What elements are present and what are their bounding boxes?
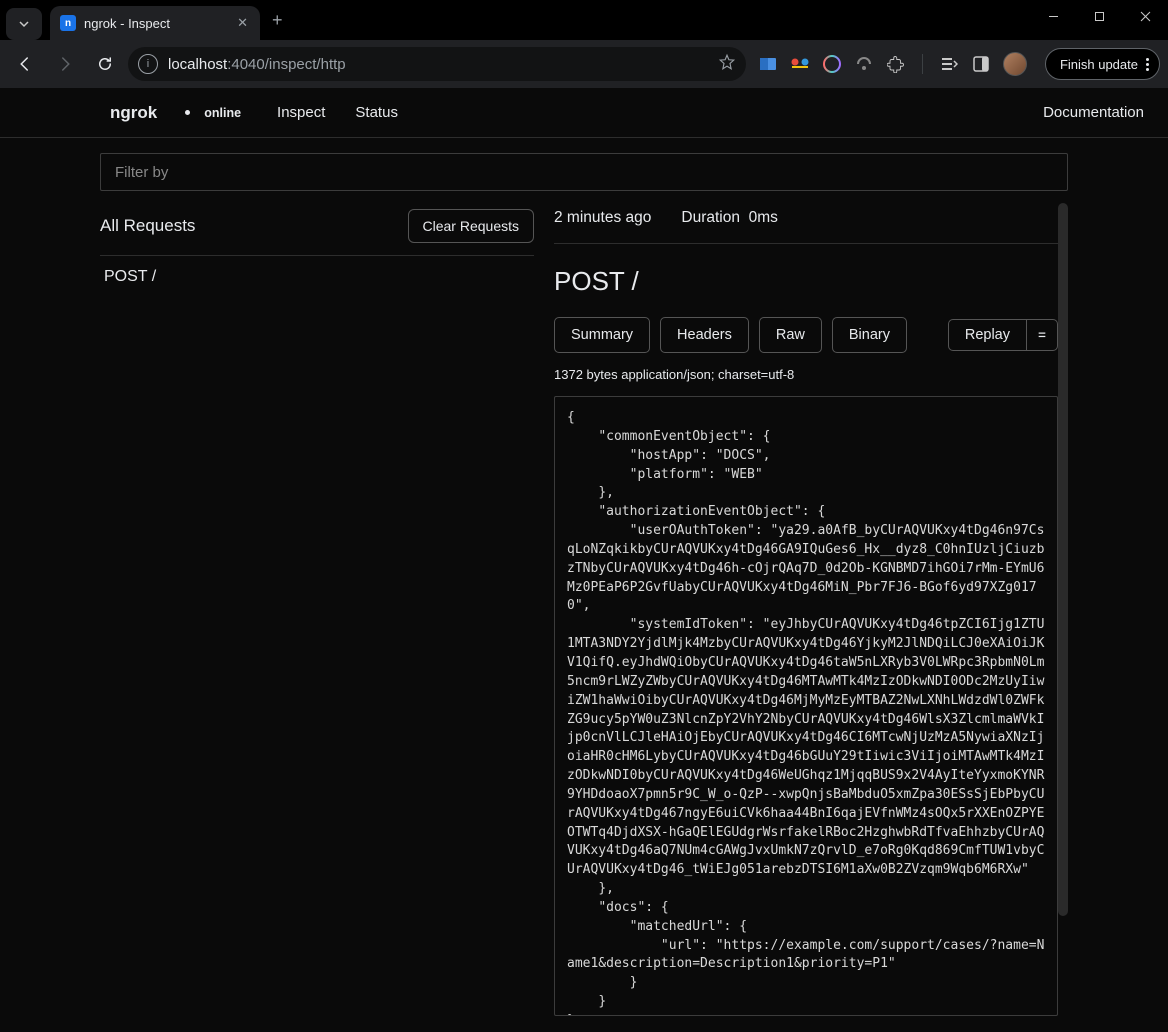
duration-value: 0ms [749, 209, 778, 226]
close-tab-icon[interactable]: ✕ [235, 13, 250, 33]
window-minimize-button[interactable] [1030, 0, 1076, 32]
nav-documentation[interactable]: Documentation [1043, 104, 1144, 121]
tab-binary[interactable]: Binary [832, 317, 907, 353]
tab-summary[interactable]: Summary [554, 317, 650, 353]
duration-label: Duration [681, 209, 740, 226]
status-dot-icon [185, 110, 190, 115]
ngrok-logo[interactable]: ngrok [110, 103, 157, 123]
request-age: 2 minutes ago [554, 209, 651, 227]
bookmark-star-icon[interactable] [718, 53, 736, 76]
tab-title: ngrok - Inspect [84, 16, 227, 31]
nav-status[interactable]: Status [355, 104, 398, 121]
clear-requests-button[interactable]: Clear Requests [408, 209, 535, 243]
profile-avatar[interactable] [1003, 52, 1027, 76]
request-path: / [152, 268, 156, 285]
back-button[interactable] [8, 47, 42, 81]
filter-input[interactable] [100, 153, 1068, 191]
extension-icon-1[interactable] [758, 54, 778, 74]
forward-button[interactable] [48, 47, 82, 81]
status-text: online [204, 106, 241, 120]
caret-down-icon [1037, 330, 1047, 340]
browser-toolbar: i localhost:4040/inspect/http Finish upd… [0, 40, 1168, 88]
reload-button[interactable] [88, 47, 122, 81]
extension-icon-3[interactable] [822, 54, 842, 74]
site-info-icon[interactable]: i [138, 54, 158, 74]
ngrok-favicon: n [60, 15, 76, 31]
extension-icons [752, 52, 1033, 76]
all-requests-title: All Requests [100, 216, 195, 236]
nav-inspect[interactable]: Inspect [277, 104, 325, 121]
window-maximize-button[interactable] [1076, 0, 1122, 32]
tab-headers[interactable]: Headers [660, 317, 749, 353]
request-method: POST [104, 268, 147, 285]
response-meta: 1372 bytes application/json; charset=utf… [554, 367, 1058, 382]
side-panel-icon[interactable] [971, 54, 991, 74]
ngrok-header: ngrok online Inspect Status Documentatio… [0, 88, 1168, 138]
tab-raw[interactable]: Raw [759, 317, 822, 353]
address-bar[interactable]: i localhost:4040/inspect/http [128, 47, 746, 81]
replay-dropdown-button[interactable] [1027, 319, 1058, 351]
request-detail-title: POST / [554, 266, 1058, 297]
replay-button[interactable]: Replay [948, 319, 1027, 351]
menu-dots-icon [1146, 58, 1149, 71]
finish-update-button[interactable]: Finish update [1045, 48, 1160, 80]
reading-list-icon[interactable] [939, 54, 959, 74]
window-close-button[interactable] [1122, 0, 1168, 32]
browser-titlebar: n ngrok - Inspect ✕ + [0, 0, 1168, 40]
url-text: localhost:4040/inspect/http [168, 56, 346, 73]
request-body-json[interactable]: { "commonEventObject": { "hostApp": "DOC… [554, 396, 1058, 1016]
request-list-item[interactable]: POST / [100, 256, 534, 298]
extension-icon-4[interactable] [854, 54, 874, 74]
tab-search-dropdown[interactable] [6, 8, 42, 40]
extension-icon-2[interactable] [790, 54, 810, 74]
finish-update-label: Finish update [1060, 57, 1138, 72]
scrollbar[interactable] [1058, 203, 1068, 1032]
browser-tab[interactable]: n ngrok - Inspect ✕ [50, 6, 260, 40]
extensions-puzzle-icon[interactable] [886, 54, 906, 74]
new-tab-button[interactable]: + [260, 10, 295, 31]
